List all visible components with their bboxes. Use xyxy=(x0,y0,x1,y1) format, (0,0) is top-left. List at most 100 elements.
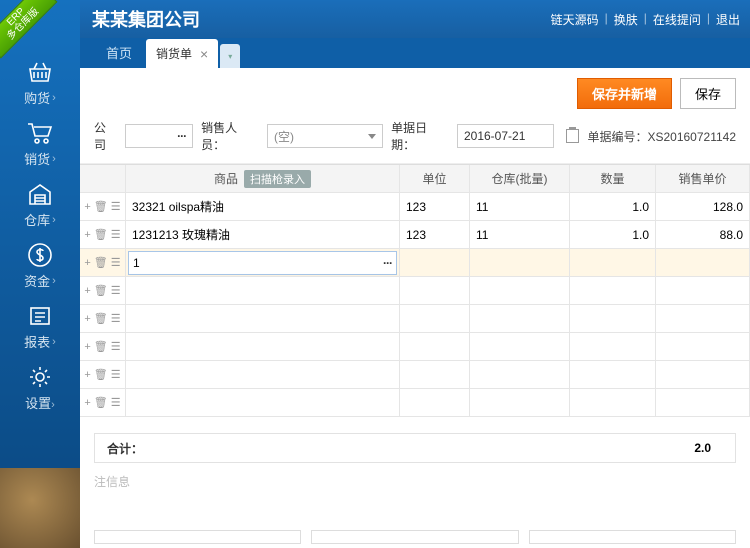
tab-sales-order[interactable]: 销货单 × xyxy=(146,39,218,68)
unit-header: 单位 xyxy=(400,165,470,192)
sidebar: 购货 销货 仓库 资金 报表 xyxy=(0,0,80,548)
list-icon[interactable]: ☰ xyxy=(111,396,121,409)
plus-icon[interactable]: + xyxy=(84,369,90,381)
doc-number: 单据编号：XS20160721142 xyxy=(587,128,736,145)
list-icon[interactable]: ☰ xyxy=(111,284,121,297)
list-icon[interactable]: ☰ xyxy=(111,200,121,213)
filter-row: 公司 ··· 销售人员： (空) 单据日期： 2016-07-21 单据编号：X… xyxy=(80,115,750,164)
scan-entry-button[interactable]: 扫描枪录入 xyxy=(244,170,311,188)
chevron-down-icon xyxy=(368,134,376,139)
plus-icon[interactable]: + xyxy=(84,397,90,409)
trash-icon[interactable]: 🗑 xyxy=(94,284,108,297)
content: 保存并新增 保存 公司 ··· 销售人员： (空) 单据日期： 2016-07-… xyxy=(80,68,750,548)
warehouse-cell[interactable]: 11 xyxy=(470,193,570,220)
trash-icon[interactable]: 🗑 xyxy=(94,340,108,353)
price-header: 销售单价 xyxy=(656,165,750,192)
trash-icon[interactable]: 🗑 xyxy=(94,200,108,213)
plus-icon[interactable]: + xyxy=(84,229,90,241)
ellipsis-icon: ··· xyxy=(177,129,186,143)
qty-header: 数量 xyxy=(570,165,656,192)
company-picker[interactable]: ··· xyxy=(125,124,193,148)
plus-icon[interactable]: + xyxy=(84,313,90,325)
link-skin[interactable]: 换肤 xyxy=(614,11,638,28)
plus-icon[interactable]: + xyxy=(84,257,90,269)
row-ops: + 🗑☰ xyxy=(80,277,126,304)
footer-fields xyxy=(80,530,750,548)
gear-icon xyxy=(24,363,56,391)
calendar-icon[interactable] xyxy=(566,129,580,143)
unit-cell[interactable]: 123 xyxy=(400,221,470,248)
tab-row: 首页 销货单 × xyxy=(0,38,750,68)
unit-cell[interactable] xyxy=(400,249,470,276)
qty-cell[interactable]: 1.0 xyxy=(570,221,656,248)
save-button[interactable]: 保存 xyxy=(680,78,736,109)
price-cell[interactable] xyxy=(656,249,750,276)
sidebar-item-purchase[interactable]: 购货 xyxy=(0,50,80,111)
row-ops: + 🗑☰ xyxy=(80,333,126,360)
trash-icon[interactable]: 🗑 xyxy=(94,396,108,409)
save-and-new-button[interactable]: 保存并新增 xyxy=(577,78,672,109)
warehouse-cell[interactable] xyxy=(470,249,570,276)
product-cell[interactable]: 32321 oilspa精油 xyxy=(126,193,400,220)
row-ops: + 🗑☰ xyxy=(80,389,126,416)
list-icon[interactable]: ☰ xyxy=(111,368,121,381)
sidebar-item-reports[interactable]: 报表 xyxy=(0,294,80,355)
tab-add-button[interactable] xyxy=(220,44,240,68)
plus-icon[interactable]: + xyxy=(84,341,90,353)
salesperson-select[interactable]: (空) xyxy=(267,124,383,148)
list-icon[interactable]: ☰ xyxy=(111,256,121,269)
warehouse-cell[interactable]: 11 xyxy=(470,221,570,248)
table-row: + 🗑☰ 1231213 玫瑰精油 123 11 1.0 88.0 xyxy=(80,221,750,249)
product-input[interactable]: 1 ··· xyxy=(128,251,397,275)
qty-cell[interactable] xyxy=(570,249,656,276)
list-icon[interactable]: ☰ xyxy=(111,312,121,325)
close-icon[interactable]: × xyxy=(200,46,208,62)
qty-cell[interactable]: 1.0 xyxy=(570,193,656,220)
brand-title: 某某集团公司 xyxy=(92,6,200,32)
plus-icon[interactable]: + xyxy=(84,285,90,297)
table-row-empty: + 🗑☰ xyxy=(80,277,750,305)
sidebar-item-funds[interactable]: 资金 xyxy=(0,233,80,294)
row-ops: + 🗑☰ xyxy=(80,361,126,388)
date-label: 单据日期： xyxy=(391,119,449,153)
price-cell[interactable]: 88.0 xyxy=(656,221,750,248)
remarks-input[interactable]: 注信息 xyxy=(80,463,750,490)
tab-home[interactable]: 首页 xyxy=(92,37,146,68)
trash-icon[interactable]: 🗑 xyxy=(94,256,108,269)
date-input[interactable]: 2016-07-21 xyxy=(457,124,554,148)
table-row-empty: + 🗑☰ xyxy=(80,333,750,361)
tab-label: 销货单 xyxy=(156,45,192,62)
link-logout[interactable]: 退出 xyxy=(716,11,740,28)
link-ask[interactable]: 在线提问 xyxy=(653,11,701,28)
trash-icon[interactable]: 🗑 xyxy=(94,228,108,241)
cart-icon xyxy=(24,119,56,147)
unit-cell[interactable]: 123 xyxy=(400,193,470,220)
list-icon[interactable]: ☰ xyxy=(111,228,121,241)
trash-icon[interactable]: 🗑 xyxy=(94,312,108,325)
totals-qty: 2.0 xyxy=(670,441,735,455)
price-cell[interactable]: 128.0 xyxy=(656,193,750,220)
sidebar-label: 销货 xyxy=(24,149,50,168)
company-label: 公司 xyxy=(94,119,117,153)
link-source[interactable]: 链天源码 xyxy=(551,11,599,28)
dollar-icon xyxy=(24,241,56,269)
report-icon xyxy=(24,302,56,330)
plus-icon[interactable]: + xyxy=(84,201,90,213)
sidebar-decor xyxy=(0,468,80,548)
sidebar-item-sales[interactable]: 销货 xyxy=(0,111,80,172)
product-cell[interactable]: 1231213 玫瑰精油 xyxy=(126,221,400,248)
table-row-empty: + 🗑☰ xyxy=(80,361,750,389)
remarks-placeholder: 注信息 xyxy=(94,475,130,489)
salesperson-value: (空) xyxy=(274,128,364,145)
ellipsis-icon[interactable]: ··· xyxy=(383,256,392,270)
sidebar-item-settings[interactable]: 设置 xyxy=(0,355,80,416)
row-ops: + 🗑☰ xyxy=(80,193,126,220)
date-value: 2016-07-21 xyxy=(464,129,525,143)
grid-header: 商品 扫描枪录入 单位 仓库(批量) 数量 销售单价 xyxy=(80,165,750,193)
action-row: 保存并新增 保存 xyxy=(80,68,750,115)
list-icon[interactable]: ☰ xyxy=(111,340,121,353)
product-input-value: 1 xyxy=(133,256,140,270)
warehouse-header[interactable]: 仓库(批量) xyxy=(470,165,570,192)
sidebar-item-warehouse[interactable]: 仓库 xyxy=(0,172,80,233)
trash-icon[interactable]: 🗑 xyxy=(94,368,108,381)
